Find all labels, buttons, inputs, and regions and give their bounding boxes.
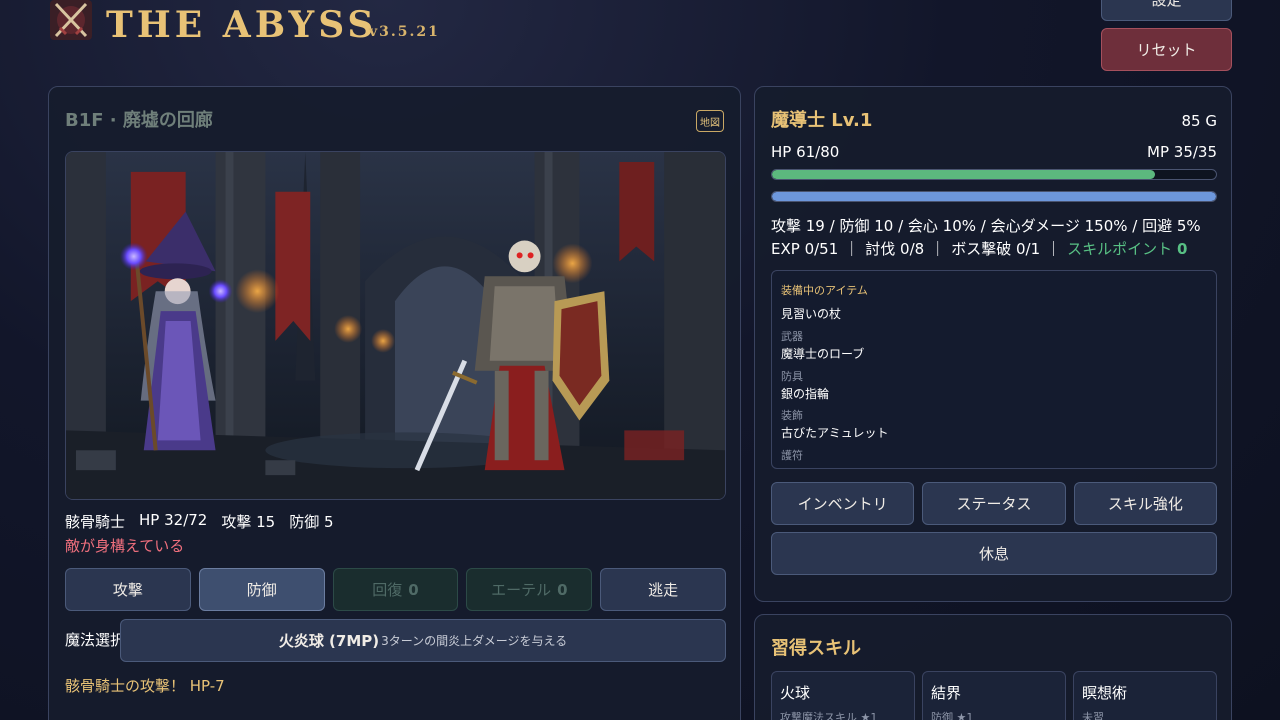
skill-points-value: 0 (1176, 240, 1188, 258)
game-title: THE ABYSS (106, 4, 378, 46)
progress-line: EXP 0/51 ｜ 討伐 0/8 ｜ ボス撃破 0/1 ｜ スキルポイント 0 (771, 238, 1187, 259)
separator: ｜ (930, 240, 946, 258)
enemy-name: 骸骨騎士 (65, 513, 126, 531)
enemy-def: 防御 5 (289, 513, 334, 531)
flee-label: 逃走 (648, 581, 679, 599)
hp-bar-fill (772, 170, 1155, 179)
hero-panel: 魔導士 Lv.1 85 G HP 61/80 MP 35/35 攻撃 19 / … (754, 86, 1232, 602)
skill-points-label: スキルポイント (1067, 240, 1173, 258)
header: THE ABYSS v3.5.21 設定 リセット (48, 0, 1232, 80)
equipment-tag: 装飾 (781, 409, 803, 422)
reset-button[interactable]: リセット (1101, 28, 1232, 71)
battle-log-line: 骸骨騎士の攻撃！ HP-7 (65, 677, 225, 695)
spell-select-label: 魔法選択 (65, 631, 126, 649)
skill-name: 火球 (780, 684, 811, 702)
battle-scene-art (66, 152, 725, 499)
hero-hp: HP 61/80 (771, 143, 840, 161)
enemy-status: 敵が身構えている (65, 537, 185, 555)
attack-label: 攻撃 (112, 581, 143, 599)
action-bar: 攻撃 防御 回復 0 エーテル 0 逃走 (65, 568, 726, 611)
heal-label: 回復 (372, 581, 403, 599)
skill-subtitle: 攻撃魔法スキル ★1 (780, 711, 878, 720)
mp-bar-fill (772, 192, 1216, 201)
game-version: v3.5.21 (369, 24, 440, 40)
skill-subtitle: 防御 ★1 (931, 711, 974, 720)
hero-stats: 攻撃 19 / 防御 10 / 会心 10% / 会心ダメージ 150% / 回… (771, 217, 1201, 235)
battle-panel: B1F · 廃墟の回廊 地図 骸骨騎士 HP 32/72 攻撃 15 防御 5 … (48, 86, 741, 720)
equipment-box: 装備中のアイテム 見習いの杖 武器 魔導士のローブ 防具 銀の指輪 装飾 古びた… (771, 270, 1217, 469)
skill-subtitle: 未習 (1082, 711, 1104, 720)
skills-title: 習得スキル (771, 638, 861, 659)
heal-count: 0 (408, 580, 419, 599)
hp-bar (771, 169, 1217, 180)
heal-potion-button[interactable]: 回復 0 (332, 568, 459, 611)
equipment-item[interactable]: 見習いの杖 (781, 305, 841, 322)
defend-button[interactable]: 防御 (198, 568, 325, 611)
rest-button[interactable]: 休息 (771, 532, 1217, 575)
equipment-heading: 装備中のアイテム (781, 284, 868, 297)
crossed-swords-logo-icon (50, 0, 92, 40)
ether-button[interactable]: エーテル 0 (466, 568, 593, 611)
skill-card[interactable]: 瞑想術 未習 (1073, 671, 1217, 720)
settings-button[interactable]: 設定 (1101, 0, 1232, 21)
gold-amount: 85 G (1181, 112, 1217, 130)
skill-card[interactable]: 火球 攻撃魔法スキル ★1 (771, 671, 915, 720)
floor-title: B1F · 廃墟の回廊 (65, 110, 213, 131)
status-button[interactable]: ステータス (922, 482, 1066, 525)
exp-text: EXP 0/51 (771, 240, 839, 258)
skill-upgrade-button[interactable]: スキル強化 (1073, 482, 1217, 525)
hero-mp: MP 35/35 (1147, 143, 1217, 161)
map-button[interactable]: 地図 (696, 110, 724, 132)
mp-bar (771, 191, 1217, 202)
hero-menu: インベントリ ステータス スキル強化 (771, 482, 1217, 525)
equipment-tag: 護符 (781, 449, 803, 462)
flee-button[interactable]: 逃走 (600, 568, 726, 611)
spell-description: 3ターンの間炎上ダメージを与える (381, 634, 568, 648)
skill-points: スキルポイント 0 (1067, 240, 1187, 258)
inventory-button[interactable]: インベントリ (771, 482, 915, 525)
ether-count: 0 (557, 580, 568, 599)
ether-label: エーテル (491, 581, 552, 599)
separator: ｜ (844, 240, 860, 258)
separator: ｜ (1046, 240, 1062, 258)
skill-card[interactable]: 結界 防御 ★1 (922, 671, 1066, 720)
skills-panel: 習得スキル 火球 攻撃魔法スキル ★1 結界 防御 ★1 瞑想術 未習 (754, 614, 1232, 720)
boss-text: ボス撃破 0/1 (951, 240, 1041, 258)
spell-name: 火炎球 (7MP) (278, 632, 380, 650)
equipment-item[interactable]: 古びたアミュレット (781, 424, 889, 441)
battle-scene (65, 151, 726, 500)
enemy-hp: HP 32/72 (139, 511, 208, 529)
cast-spell-button[interactable]: 火炎球 (7MP) 3ターンの間炎上ダメージを与える (120, 619, 726, 662)
attack-button[interactable]: 攻撃 (65, 568, 191, 611)
hero-name: 魔導士 Lv.1 (771, 110, 873, 131)
equipment-item[interactable]: 銀の指輪 (781, 385, 829, 402)
defend-label: 防御 (246, 581, 277, 599)
equipment-item[interactable]: 魔導士のローブ (781, 345, 864, 362)
enemy-info: 骸骨騎士 HP 32/72 攻撃 15 防御 5 (65, 511, 334, 532)
skill-cards: 火球 攻撃魔法スキル ★1 結界 防御 ★1 瞑想術 未習 (771, 671, 1217, 720)
kills-text: 討伐 0/8 (865, 240, 925, 258)
skill-name: 結界 (931, 684, 962, 702)
equipment-tag: 防具 (781, 370, 803, 383)
skill-name: 瞑想術 (1082, 684, 1128, 702)
equipment-tag: 武器 (781, 330, 803, 343)
enemy-atk: 攻撃 15 (221, 513, 276, 531)
